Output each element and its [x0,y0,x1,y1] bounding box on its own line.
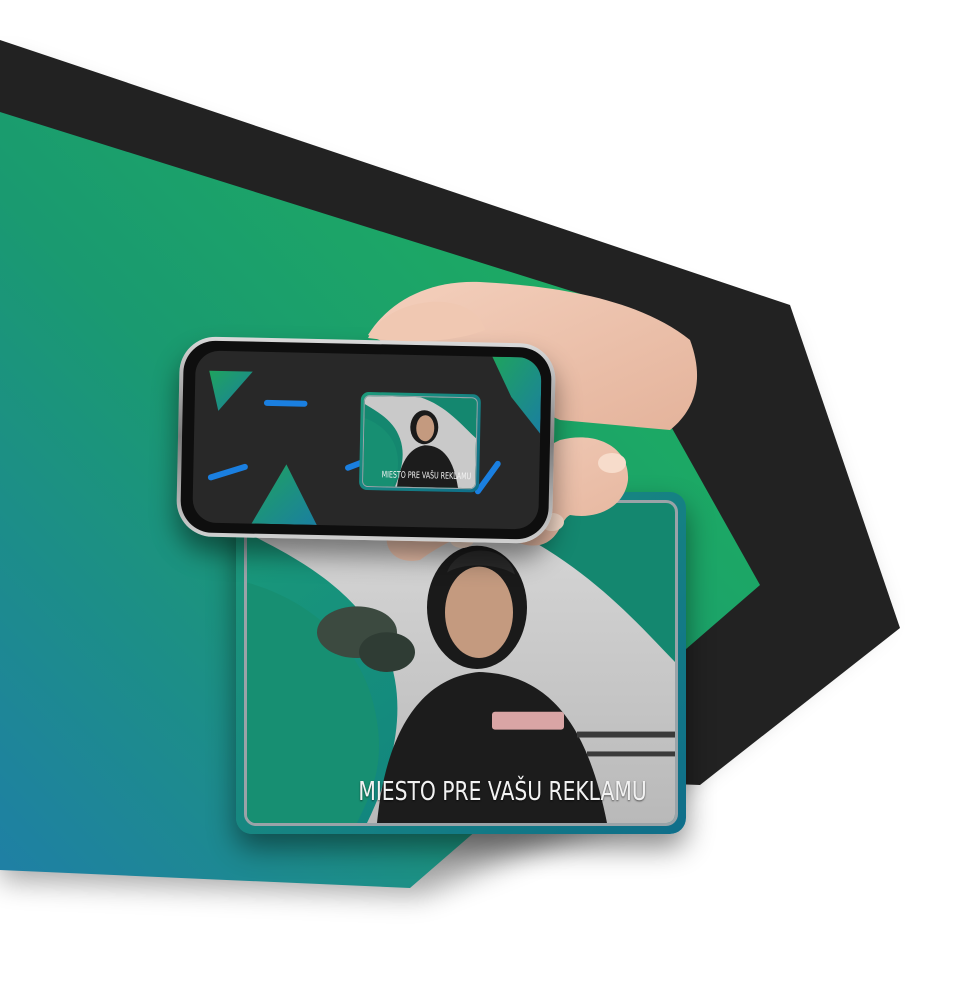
promo-canvas: MIESTO PRE VAŠU REKLAMU MIESTO PRE VAŠU … [0,0,964,983]
thumb-overlay [368,301,485,342]
